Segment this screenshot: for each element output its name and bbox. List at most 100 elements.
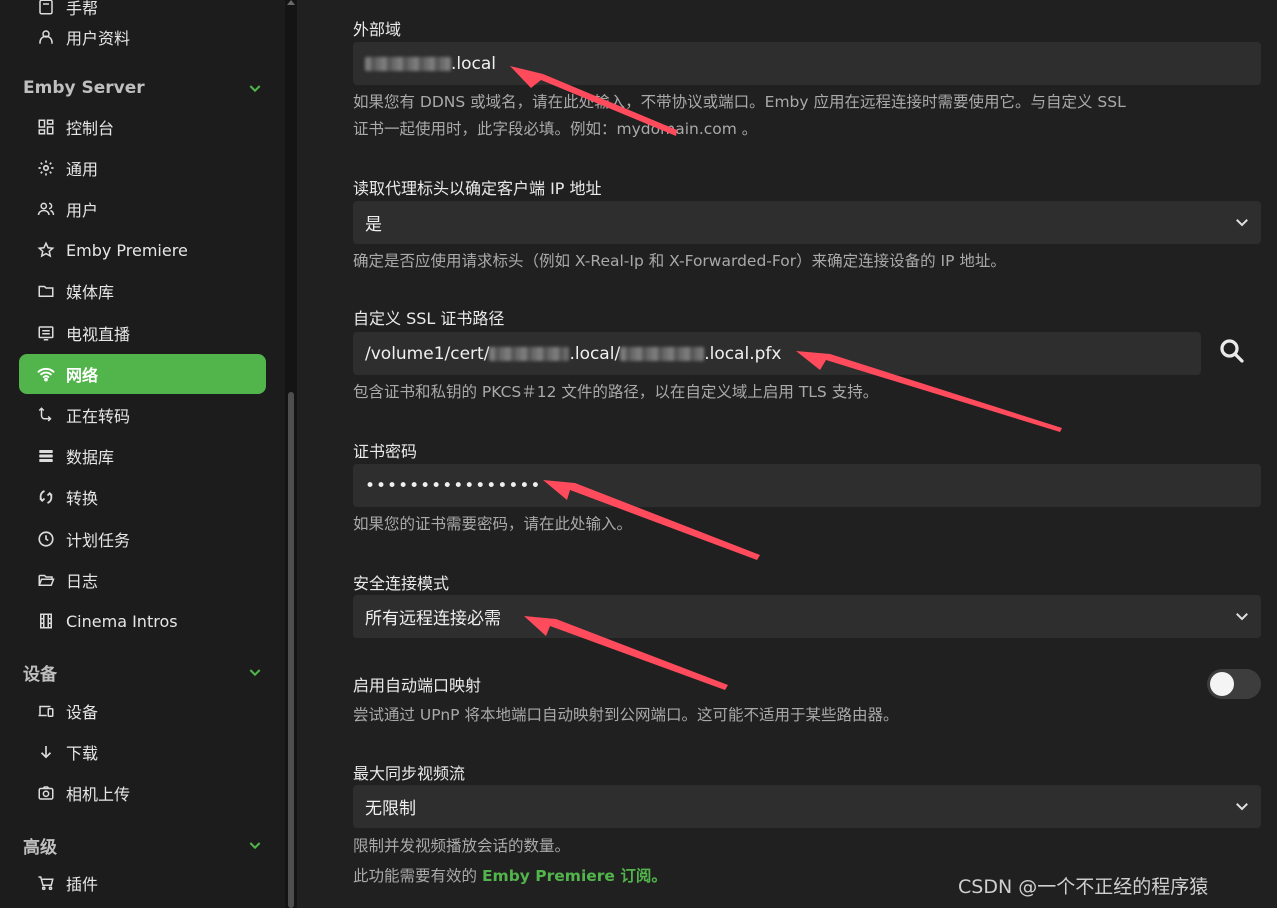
section-devices[interactable]: 设备 <box>23 660 263 685</box>
people-icon <box>37 200 55 218</box>
sidebar-item-label: 用户资料 <box>66 29 131 48</box>
proxy-header-description: 确定是否应使用请求标头（例如 X-Real-Ip 和 X-Forwarded-F… <box>353 252 1006 270</box>
external-domain-description: 如果您有 DDNS 或域名，请在此处输入，不带协议或端口。Emby 应用在远程连… <box>353 93 1126 111</box>
max-streams-value: 无限制 <box>365 799 416 819</box>
section-title: 设备 <box>23 664 57 685</box>
external-domain-value: .local <box>451 53 497 74</box>
upnp-label: 启用自动端口映射 <box>353 676 482 695</box>
sidebar-item-live-tv[interactable]: 电视直播 <box>19 313 266 353</box>
proxy-header-select[interactable]: 是 <box>353 201 1261 244</box>
chevron-down-icon <box>1236 613 1248 621</box>
tv-guide-icon <box>37 324 55 342</box>
sidebar-item-label: 转换 <box>66 489 99 508</box>
scrollbar-thumb[interactable] <box>288 392 294 908</box>
sidebar-item-general[interactable]: 通用 <box>19 148 266 188</box>
proxy-header-value: 是 <box>365 215 382 235</box>
sidebar-item-cinema-intros[interactable]: Cinema Intros <box>19 601 266 641</box>
network-settings-panel: 外部域 .local 如果您有 DDNS 或域名，请在此处输入，不带协议或端口。… <box>297 0 1277 908</box>
sidebar-item-label: 电视直播 <box>66 325 131 344</box>
search-icon[interactable] <box>1217 336 1247 366</box>
max-streams-description: 限制并发视频播放会话的数量。 <box>353 837 571 855</box>
sidebar-item-label: 媒体库 <box>66 283 115 302</box>
cert-password-input[interactable]: •••••••••••••••• <box>353 464 1261 507</box>
sync-icon <box>37 488 55 506</box>
camera-icon <box>37 784 55 802</box>
premiere-subscription-link[interactable]: Emby Premiere 订阅 <box>482 867 651 885</box>
ssl-path-part: /volume1/cert/ <box>365 343 490 364</box>
chevron-down-icon <box>1236 803 1248 811</box>
sidebar-scrollbar[interactable] <box>285 0 297 908</box>
sidebar-item-plugins[interactable]: 插件 <box>19 863 266 903</box>
sidebar-item-database[interactable]: 数据库 <box>19 436 266 476</box>
sidebar-item-label: 数据库 <box>66 448 115 467</box>
premiere-note: 此功能需要有效的 Emby Premiere 订阅。 <box>353 863 667 890</box>
cert-password-label: 证书密码 <box>353 442 418 461</box>
cert-password-description: 如果您的证书需要密码，请在此处输入。 <box>353 515 633 533</box>
folder-open-icon <box>37 571 55 589</box>
chevron-down-icon <box>1236 219 1248 227</box>
sidebar-item-conversion[interactable]: 转换 <box>19 477 266 517</box>
upnp-description: 尝试通过 UPnP 将本地端口自动映射到公网端口。这可能不适用于某些路由器。 <box>353 706 899 724</box>
wifi-icon <box>37 365 55 383</box>
sidebar-item-label: 控制台 <box>66 119 115 138</box>
film-icon <box>37 612 55 630</box>
devices-icon <box>37 702 55 720</box>
sidebar-item-users[interactable]: 用户 <box>19 189 266 229</box>
section-advanced[interactable]: 高级 <box>23 833 263 858</box>
premiere-note-suffix: 。 <box>651 867 667 885</box>
external-domain-input[interactable]: .local <box>353 42 1261 85</box>
sidebar-item-label: 设备 <box>66 703 99 722</box>
sidebar-item-label: 正在转码 <box>66 407 131 426</box>
section-emby-server[interactable]: Emby Server <box>23 76 263 100</box>
external-domain-description-2: 证书一起使用时，此字段必填。例如：mydomain.com 。 <box>353 120 758 138</box>
ssl-cert-path-description: 包含证书和私钥的 PKCS＃12 文件的路径，以在自定义域上启用 TLS 支持。 <box>353 383 879 401</box>
sidebar-item-label: 插件 <box>66 875 99 894</box>
cart-icon <box>37 874 55 892</box>
chevron-down-icon <box>249 85 261 93</box>
premiere-note-prefix: 此功能需要有效的 <box>353 867 478 885</box>
sidebar-item-label: 用户 <box>66 201 99 220</box>
folder-icon <box>37 282 55 300</box>
secure-connection-mode-select[interactable]: 所有远程连接必需 <box>353 595 1261 638</box>
sidebar-item-network[interactable]: 网络 <box>19 354 266 394</box>
sidebar-item-logs[interactable]: 日志 <box>19 560 266 600</box>
sidebar: 手帮 用户资料 Emby Server 控制台 通用 用户 Emby Premi… <box>0 0 285 908</box>
secure-connection-mode-value: 所有远程连接必需 <box>365 609 501 629</box>
max-streams-label: 最大同步视频流 <box>353 764 466 783</box>
ssl-path-part: .local/ <box>569 343 621 364</box>
redacted-text <box>620 346 705 361</box>
chevron-down-icon <box>249 842 261 850</box>
secure-connection-mode-label: 安全连接模式 <box>353 574 450 593</box>
person-icon <box>37 28 55 46</box>
sidebar-item-scheduled-tasks[interactable]: 计划任务 <box>19 519 266 559</box>
sidebar-item-label: 计划任务 <box>66 531 131 550</box>
redacted-text <box>365 56 451 71</box>
max-streams-select[interactable]: 无限制 <box>353 785 1261 828</box>
dashboard-icon <box>37 118 55 136</box>
sidebar-item-camera-upload[interactable]: 相机上传 <box>19 773 266 813</box>
star-icon <box>37 241 55 259</box>
transcode-icon <box>37 406 55 424</box>
database-icon <box>37 447 55 465</box>
sidebar-item-label: 通用 <box>66 160 99 179</box>
sidebar-item-label: 相机上传 <box>66 785 131 804</box>
clock-icon <box>37 530 55 548</box>
ssl-path-part: .local.pfx <box>704 343 782 364</box>
external-domain-label: 外部域 <box>353 20 402 39</box>
sidebar-item-label: Cinema Intros <box>66 611 178 631</box>
ssl-cert-path-input[interactable]: /volume1/cert/ .local/ .local.pfx <box>353 332 1201 375</box>
redacted-text <box>489 346 570 361</box>
upnp-toggle[interactable] <box>1207 669 1261 699</box>
sidebar-item-downloads[interactable]: 下载 <box>19 732 266 772</box>
scroll-up-arrow-icon[interactable] <box>287 0 295 5</box>
sidebar-item-label: 日志 <box>66 572 99 591</box>
book-icon <box>37 0 55 16</box>
sidebar-item-devices[interactable]: 设备 <box>19 691 266 731</box>
sidebar-item-label: Emby Premiere <box>66 240 188 260</box>
sidebar-item-emby-premiere[interactable]: Emby Premiere <box>19 230 266 270</box>
sidebar-item-user-profile[interactable]: 用户资料 <box>19 17 266 57</box>
sidebar-item-transcoding[interactable]: 正在转码 <box>19 395 266 435</box>
sidebar-item-dashboard[interactable]: 控制台 <box>19 107 266 147</box>
sidebar-item-library[interactable]: 媒体库 <box>19 271 266 311</box>
download-icon <box>37 743 55 761</box>
